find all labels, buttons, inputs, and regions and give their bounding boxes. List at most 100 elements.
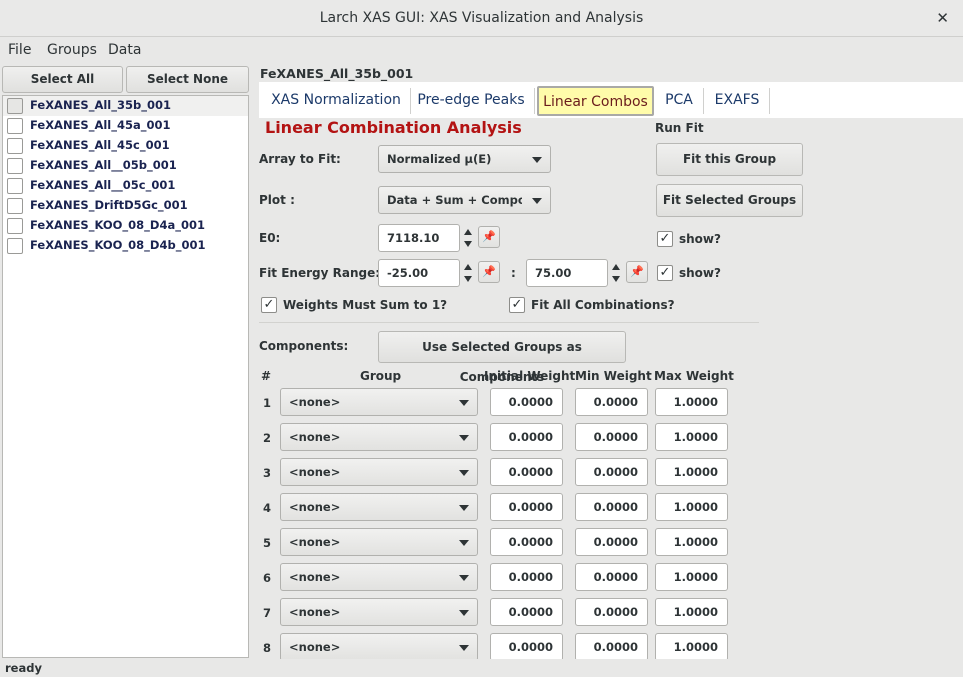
initial-weight-input[interactable]: 0.0000 (490, 528, 563, 556)
component-group-value: <none> (289, 500, 341, 514)
max-weight-input[interactable]: 1.0000 (655, 458, 728, 486)
e0-stepper[interactable] (461, 224, 475, 252)
divider (259, 322, 759, 323)
menu-groups[interactable]: Groups (47, 42, 97, 58)
range-min-stepper[interactable] (461, 259, 475, 287)
plot-value: Data + Sum + Components (387, 193, 522, 207)
group-name: FeXANES_All__05c_001 (30, 178, 176, 192)
group-checkbox[interactable] (7, 118, 23, 134)
list-item[interactable]: FeXANES_KOO_08_D4a_001 (3, 216, 248, 236)
initial-weight-input[interactable]: 0.0000 (490, 633, 563, 659)
current-group-name: FeXANES_All_35b_001 (260, 66, 414, 81)
col-header-num: # (261, 369, 272, 383)
initial-weight-input[interactable]: 0.0000 (490, 458, 563, 486)
row-number: 4 (263, 501, 272, 515)
row-number: 8 (263, 641, 272, 655)
max-weight-input[interactable]: 1.0000 (655, 493, 728, 521)
range-separator: : (511, 266, 516, 280)
e0-input[interactable]: 7118.10 (378, 224, 460, 252)
min-weight-input[interactable]: 0.0000 (575, 633, 648, 659)
max-weight-input[interactable]: 1.0000 (655, 633, 728, 659)
menu-data[interactable]: Data (108, 42, 141, 58)
min-weight-input[interactable]: 0.0000 (575, 458, 648, 486)
use-selected-groups-button[interactable]: Use Selected Groups as Components (378, 331, 626, 384)
tab-pre-edge-peaks[interactable]: Pre-edge Peaks (413, 86, 529, 116)
min-weight-input[interactable]: 0.0000 (575, 388, 648, 416)
pin-icon[interactable]: 📌 (478, 226, 500, 248)
chevron-down-icon (459, 505, 469, 511)
component-group-select[interactable]: <none> (280, 388, 478, 416)
max-weight-input[interactable]: 1.0000 (655, 563, 728, 591)
group-checkbox[interactable] (7, 98, 23, 114)
show-range-checkbox[interactable]: ✓ (657, 265, 673, 281)
tab-pca[interactable]: PCA (657, 86, 701, 116)
plot-select[interactable]: Data + Sum + Components (378, 186, 551, 214)
range-max-stepper[interactable] (609, 259, 623, 287)
group-checkbox[interactable] (7, 178, 23, 194)
show-e0-checkbox[interactable]: ✓ (657, 231, 673, 247)
list-item[interactable]: FeXANES_All_45c_001 (3, 136, 248, 156)
show-e0-label: show? (679, 232, 721, 246)
min-weight-input[interactable]: 0.0000 (575, 493, 648, 521)
component-group-select[interactable]: <none> (280, 598, 478, 626)
fit-all-checkbox[interactable]: ✓ (509, 297, 525, 313)
component-group-select[interactable]: <none> (280, 528, 478, 556)
list-item[interactable]: FeXANES_KOO_08_D4b_001 (3, 236, 248, 256)
max-weight-input[interactable]: 1.0000 (655, 528, 728, 556)
min-weight-input[interactable]: 0.0000 (575, 528, 648, 556)
col-header-min-weight: Min Weight (575, 369, 652, 383)
array-to-fit-select[interactable]: Normalized μ(E) (378, 145, 551, 173)
tab-exafs[interactable]: EXAFS (707, 86, 767, 116)
component-group-select[interactable]: <none> (280, 458, 478, 486)
group-checkbox[interactable] (7, 198, 23, 214)
menu-file[interactable]: File (8, 42, 31, 58)
chevron-down-icon (459, 645, 469, 651)
range-max-value: 75.00 (535, 266, 572, 280)
initial-weight-input[interactable]: 0.0000 (490, 598, 563, 626)
initial-weight-input[interactable]: 0.0000 (490, 563, 563, 591)
tab-linear-combos[interactable]: Linear Combos (537, 86, 654, 116)
max-weight-input[interactable]: 1.0000 (655, 598, 728, 626)
initial-weight-input[interactable]: 0.0000 (490, 423, 563, 451)
col-header-initial-weight: Initial Weight (484, 369, 576, 383)
pin-icon[interactable]: 📌 (478, 261, 500, 283)
group-checkbox[interactable] (7, 218, 23, 234)
group-name: FeXANES_DriftD5Gc_001 (30, 198, 188, 212)
initial-weight-input[interactable]: 0.0000 (490, 493, 563, 521)
component-group-select[interactable]: <none> (280, 493, 478, 521)
pin-icon[interactable]: 📌 (626, 261, 648, 283)
group-name: FeXANES_KOO_08_D4b_001 (30, 238, 206, 252)
group-checkbox[interactable] (7, 158, 23, 174)
list-item[interactable]: FeXANES_All_45a_001 (3, 116, 248, 136)
min-weight-input[interactable]: 0.0000 (575, 563, 648, 591)
min-weight-input[interactable]: 0.0000 (575, 423, 648, 451)
group-checkbox[interactable] (7, 238, 23, 254)
array-to-fit-label: Array to Fit: (259, 152, 341, 166)
row-number: 5 (263, 536, 272, 550)
max-weight-input[interactable]: 1.0000 (655, 388, 728, 416)
list-item[interactable]: FeXANES_All_35b_001 (3, 96, 248, 116)
list-item[interactable]: FeXANES_DriftD5Gc_001 (3, 196, 248, 216)
fit-selected-groups-button[interactable]: Fit Selected Groups (656, 184, 803, 217)
component-group-select[interactable]: <none> (280, 563, 478, 591)
range-max-input[interactable]: 75.00 (526, 259, 608, 287)
group-checkbox[interactable] (7, 138, 23, 154)
weights-sum-checkbox[interactable]: ✓ (261, 297, 277, 313)
max-weight-input[interactable]: 1.0000 (655, 423, 728, 451)
range-min-input[interactable]: -25.00 (378, 259, 460, 287)
select-all-button[interactable]: Select All (2, 66, 123, 93)
select-none-button[interactable]: Select None (126, 66, 249, 93)
component-group-select[interactable]: <none> (280, 423, 478, 451)
e0-value: 7118.10 (387, 231, 440, 245)
fit-this-group-button[interactable]: Fit this Group (656, 143, 803, 176)
chevron-down-icon (459, 400, 469, 406)
tab-xas-normalization[interactable]: XAS Normalization (266, 86, 406, 116)
close-icon[interactable]: ✕ (936, 0, 949, 36)
component-group-value: <none> (289, 395, 341, 409)
list-item[interactable]: FeXANES_All__05b_001 (3, 156, 248, 176)
min-weight-input[interactable]: 0.0000 (575, 598, 648, 626)
initial-weight-input[interactable]: 0.0000 (490, 388, 563, 416)
component-group-select[interactable]: <none> (280, 633, 478, 659)
group-name: FeXANES_All_35b_001 (30, 98, 171, 112)
list-item[interactable]: FeXANES_All__05c_001 (3, 176, 248, 196)
